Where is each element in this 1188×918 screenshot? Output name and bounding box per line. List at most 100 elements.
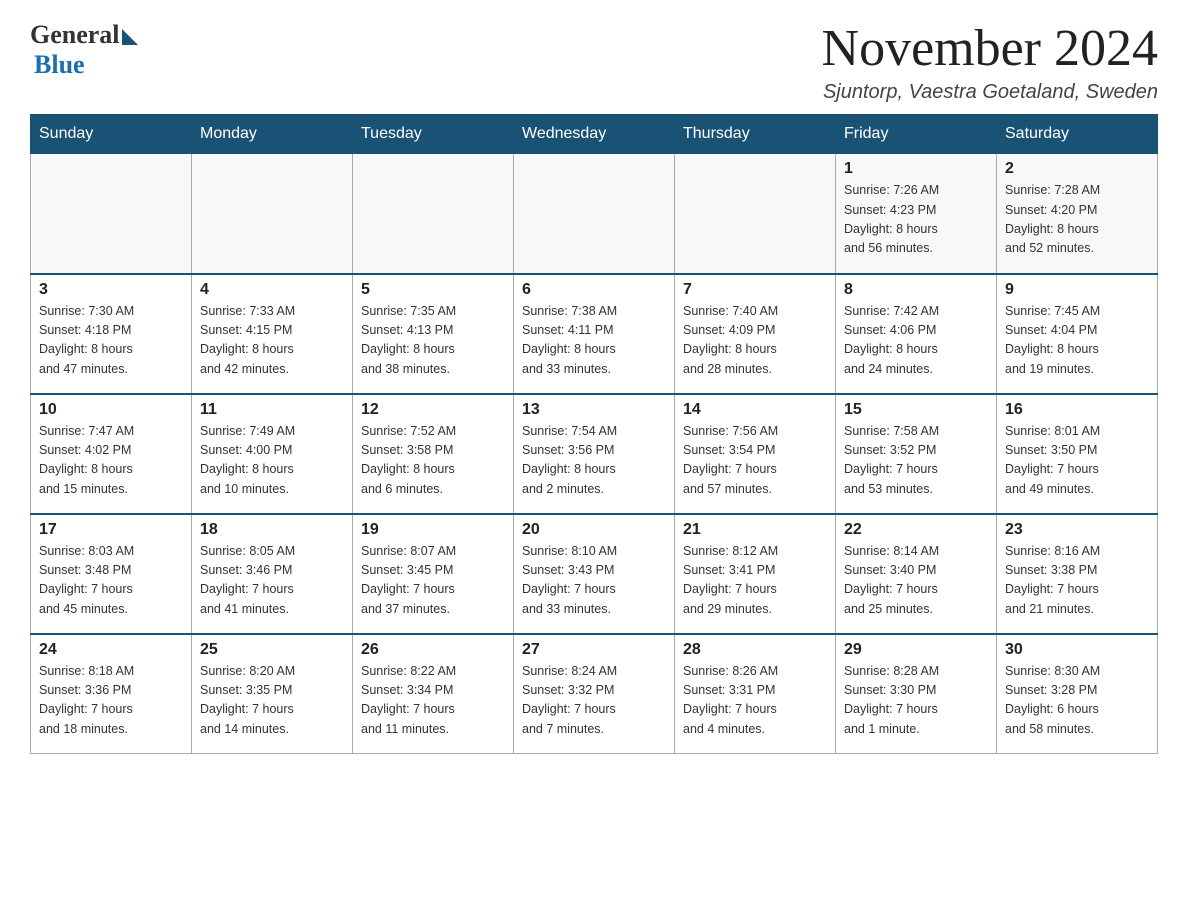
calendar-cell: 30Sunrise: 8:30 AMSunset: 3:28 PMDayligh… <box>997 634 1158 754</box>
day-number: 8 <box>844 281 988 299</box>
day-info: Sunrise: 7:56 AMSunset: 3:54 PMDaylight:… <box>683 422 827 500</box>
calendar-cell: 23 Sunrise: 8:16 AMSunset: 3:38 PMDayligh… <box>997 514 1158 634</box>
day-number: 28 <box>683 641 827 659</box>
day-info: Sunrise: 7:38 AMSunset: 4:11 PMDaylight:… <box>522 302 666 380</box>
day-number: 30 <box>1005 641 1149 659</box>
day-number: 21 <box>683 521 827 539</box>
day-info: Sunrise: 8:28 AMSunset: 3:30 PMDaylight:… <box>844 662 988 740</box>
day-info: Sunrise: 7:58 AMSunset: 3:52 PMDaylight:… <box>844 422 988 500</box>
calendar-header-tuesday: Tuesday <box>353 115 514 154</box>
calendar-cell: 27 Sunrise: 8:24 AMSunset: 3:32 PMDayligh… <box>514 634 675 754</box>
calendar-cell: 24 Sunrise: 8:18 AMSunset: 3:36 PMDayligh… <box>31 634 192 754</box>
page-header: General Blue November 2024 Sjuntorp, Vae… <box>30 20 1158 104</box>
day-info: Sunrise: 7:33 AMSunset: 4:15 PMDaylight:… <box>200 302 344 380</box>
calendar-header-monday: Monday <box>192 115 353 154</box>
day-number: 5 <box>361 281 505 299</box>
day-number: 6 <box>522 281 666 299</box>
calendar-cell: 26 Sunrise: 8:22 AMSunset: 3:34 PMDayligh… <box>353 634 514 754</box>
day-info: Sunrise: 8:10 AMSunset: 3:43 PMDaylight:… <box>522 542 666 620</box>
day-info: Sunrise: 8:05 AMSunset: 3:46 PMDaylight:… <box>200 542 344 620</box>
calendar-header-friday: Friday <box>836 115 997 154</box>
day-number: 14 <box>683 401 827 419</box>
calendar-cell: 19 Sunrise: 8:07 AMSunset: 3:45 PMDayligh… <box>353 514 514 634</box>
calendar-cell <box>675 154 836 274</box>
day-number: 7 <box>683 281 827 299</box>
calendar-cell: 25 Sunrise: 8:20 AMSunset: 3:35 PMDayligh… <box>192 634 353 754</box>
day-info: Sunrise: 8:20 AMSunset: 3:35 PMDaylight:… <box>200 662 344 740</box>
day-info: Sunrise: 7:40 AMSunset: 4:09 PMDaylight:… <box>683 302 827 380</box>
calendar-cell: 8 Sunrise: 7:42 AMSunset: 4:06 PMDaylight… <box>836 274 997 394</box>
calendar-header-saturday: Saturday <box>997 115 1158 154</box>
calendar-week-3: 10 Sunrise: 7:47 AMSunset: 4:02 PMDayligh… <box>31 394 1158 514</box>
calendar-cell: 11 Sunrise: 7:49 AMSunset: 4:00 PMDayligh… <box>192 394 353 514</box>
calendar-cell <box>192 154 353 274</box>
day-info: Sunrise: 7:49 AMSunset: 4:00 PMDaylight:… <box>200 422 344 500</box>
calendar-header-thursday: Thursday <box>675 115 836 154</box>
day-number: 16 <box>1005 401 1149 419</box>
day-number: 27 <box>522 641 666 659</box>
day-number: 29 <box>844 641 988 659</box>
day-info: Sunrise: 8:24 AMSunset: 3:32 PMDaylight:… <box>522 662 666 740</box>
calendar-cell <box>31 154 192 274</box>
day-info: Sunrise: 7:26 AMSunset: 4:23 PMDaylight:… <box>844 181 988 259</box>
day-info: Sunrise: 8:12 AMSunset: 3:41 PMDaylight:… <box>683 542 827 620</box>
day-number: 1 <box>844 160 988 178</box>
day-number: 22 <box>844 521 988 539</box>
logo-blue-text: Blue <box>34 50 85 80</box>
calendar-cell: 2 Sunrise: 7:28 AMSunset: 4:20 PMDaylight… <box>997 154 1158 274</box>
logo-general-text: General <box>30 20 120 50</box>
day-info: Sunrise: 8:16 AMSunset: 3:38 PMDaylight:… <box>1005 542 1149 620</box>
day-info: Sunrise: 8:07 AMSunset: 3:45 PMDaylight:… <box>361 542 505 620</box>
calendar-week-2: 3 Sunrise: 7:30 AMSunset: 4:18 PMDaylight… <box>31 274 1158 394</box>
calendar-header-wednesday: Wednesday <box>514 115 675 154</box>
day-number: 15 <box>844 401 988 419</box>
day-number: 10 <box>39 401 183 419</box>
calendar-cell: 22 Sunrise: 8:14 AMSunset: 3:40 PMDayligh… <box>836 514 997 634</box>
calendar-cell: 21 Sunrise: 8:12 AMSunset: 3:41 PMDayligh… <box>675 514 836 634</box>
day-number: 19 <box>361 521 505 539</box>
calendar-cell: 13Sunrise: 7:54 AMSunset: 3:56 PMDayligh… <box>514 394 675 514</box>
day-info: Sunrise: 8:18 AMSunset: 3:36 PMDaylight:… <box>39 662 183 740</box>
day-number: 12 <box>361 401 505 419</box>
day-info: Sunrise: 7:45 AMSunset: 4:04 PMDaylight:… <box>1005 302 1149 380</box>
calendar-header-sunday: Sunday <box>31 115 192 154</box>
day-info: Sunrise: 7:30 AMSunset: 4:18 PMDaylight:… <box>39 302 183 380</box>
calendar-cell: 1 Sunrise: 7:26 AMSunset: 4:23 PMDaylight… <box>836 154 997 274</box>
calendar-cell: 18 Sunrise: 8:05 AMSunset: 3:46 PMDayligh… <box>192 514 353 634</box>
calendar-cell: 7 Sunrise: 7:40 AMSunset: 4:09 PMDaylight… <box>675 274 836 394</box>
day-number: 23 <box>1005 521 1149 539</box>
day-number: 20 <box>522 521 666 539</box>
day-number: 25 <box>200 641 344 659</box>
calendar-header-row: SundayMondayTuesdayWednesdayThursdayFrid… <box>31 115 1158 154</box>
day-info: Sunrise: 8:01 AMSunset: 3:50 PMDaylight:… <box>1005 422 1149 500</box>
location: Sjuntorp, Vaestra Goetaland, Sweden <box>822 81 1158 104</box>
day-number: 24 <box>39 641 183 659</box>
day-number: 18 <box>200 521 344 539</box>
calendar-cell: 3 Sunrise: 7:30 AMSunset: 4:18 PMDaylight… <box>31 274 192 394</box>
logo-triangle-icon <box>122 29 138 45</box>
calendar-cell: 15 Sunrise: 7:58 AMSunset: 3:52 PMDayligh… <box>836 394 997 514</box>
day-info: Sunrise: 8:26 AMSunset: 3:31 PMDaylight:… <box>683 662 827 740</box>
calendar-cell: 17Sunrise: 8:03 AMSunset: 3:48 PMDayligh… <box>31 514 192 634</box>
day-info: Sunrise: 7:28 AMSunset: 4:20 PMDaylight:… <box>1005 181 1149 259</box>
day-info: Sunrise: 8:22 AMSunset: 3:34 PMDaylight:… <box>361 662 505 740</box>
day-number: 3 <box>39 281 183 299</box>
calendar-cell: 5 Sunrise: 7:35 AMSunset: 4:13 PMDaylight… <box>353 274 514 394</box>
calendar-cell: 28 Sunrise: 8:26 AMSunset: 3:31 PMDayligh… <box>675 634 836 754</box>
day-number: 11 <box>200 401 344 419</box>
title-section: November 2024 Sjuntorp, Vaestra Goetalan… <box>822 20 1158 104</box>
calendar-week-4: 17Sunrise: 8:03 AMSunset: 3:48 PMDayligh… <box>31 514 1158 634</box>
calendar-cell: 20 Sunrise: 8:10 AMSunset: 3:43 PMDayligh… <box>514 514 675 634</box>
day-number: 26 <box>361 641 505 659</box>
calendar-week-5: 24 Sunrise: 8:18 AMSunset: 3:36 PMDayligh… <box>31 634 1158 754</box>
day-number: 2 <box>1005 160 1149 178</box>
calendar-cell: 6 Sunrise: 7:38 AMSunset: 4:11 PMDaylight… <box>514 274 675 394</box>
calendar-table: SundayMondayTuesdayWednesdayThursdayFrid… <box>30 114 1158 754</box>
day-info: Sunrise: 7:42 AMSunset: 4:06 PMDaylight:… <box>844 302 988 380</box>
calendar-week-1: 1 Sunrise: 7:26 AMSunset: 4:23 PMDaylight… <box>31 154 1158 274</box>
calendar-cell: 9Sunrise: 7:45 AMSunset: 4:04 PMDaylight… <box>997 274 1158 394</box>
day-info: Sunrise: 8:14 AMSunset: 3:40 PMDaylight:… <box>844 542 988 620</box>
day-info: Sunrise: 7:35 AMSunset: 4:13 PMDaylight:… <box>361 302 505 380</box>
calendar-cell: 10 Sunrise: 7:47 AMSunset: 4:02 PMDayligh… <box>31 394 192 514</box>
day-info: Sunrise: 7:47 AMSunset: 4:02 PMDaylight:… <box>39 422 183 500</box>
